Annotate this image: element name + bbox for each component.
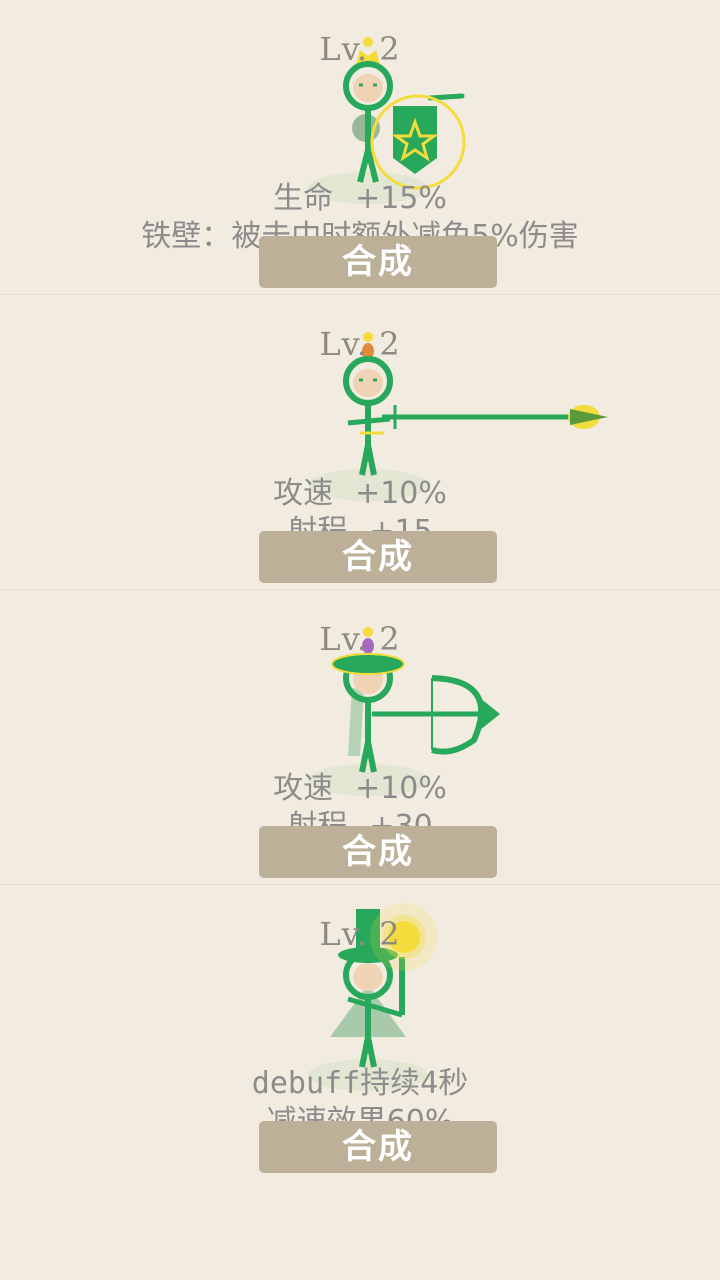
unit-level-label: Lv. 2 bbox=[319, 30, 401, 68]
unit-level-label: Lv. 2 bbox=[319, 620, 401, 658]
unit-card-shield: Lv. 2 生命+15% 铁壁：被击中时额外减免5%伤害 合成 bbox=[0, 0, 720, 295]
unit-level-label: Lv. 2 bbox=[319, 325, 401, 363]
merge-button[interactable]: 合成 bbox=[259, 826, 497, 878]
unit-card-spear: Lv. 2 攻速+10% 射程+15 合成 bbox=[0, 295, 720, 590]
merge-button[interactable]: 合成 bbox=[259, 1121, 497, 1173]
unit-card-staff: Lv. 2 debuff持续4秒 减速效果60% 合成 bbox=[0, 885, 720, 1180]
unit-card-bow: Lv. 2 攻速+10% 射程+30 合成 bbox=[0, 590, 720, 885]
merge-button[interactable]: 合成 bbox=[259, 531, 497, 583]
unit-level-label: Lv. 2 bbox=[319, 915, 401, 953]
merge-button[interactable]: 合成 bbox=[259, 236, 497, 288]
